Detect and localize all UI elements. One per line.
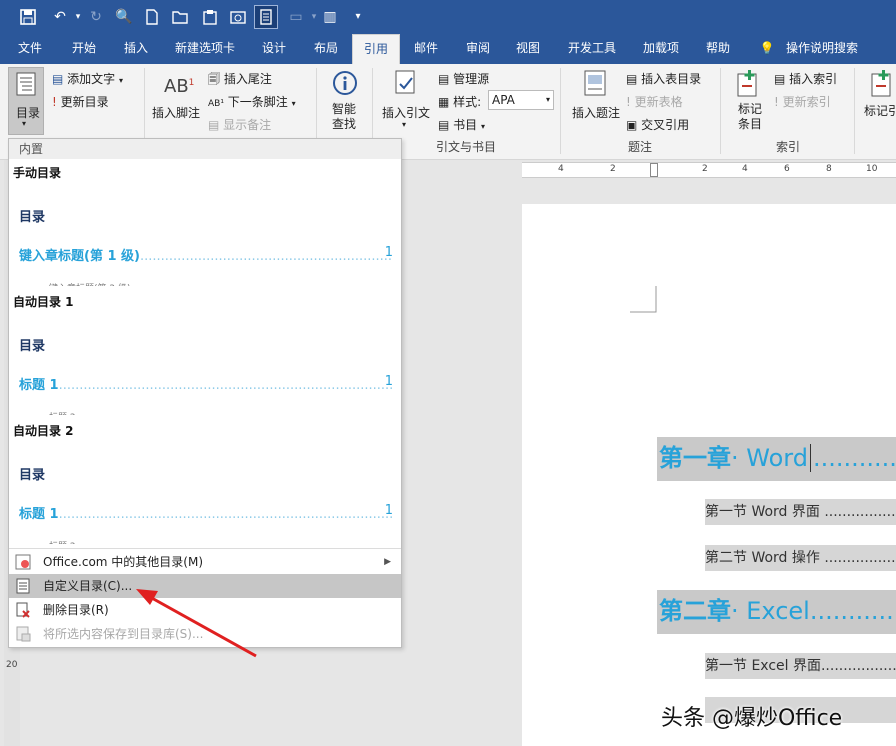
annotation-arrow-icon [136, 589, 257, 658]
watermark: 头条 @爆炒Office [661, 706, 843, 731]
